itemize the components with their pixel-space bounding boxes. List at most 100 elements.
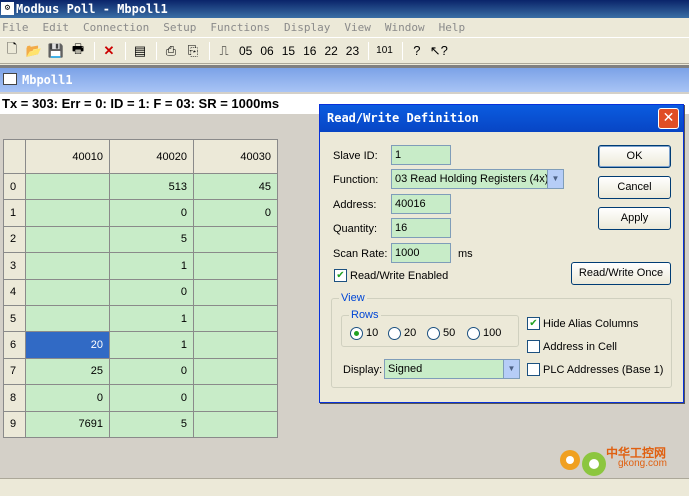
grid-cell[interactable] — [25, 172, 110, 201]
grid-cell[interactable] — [193, 304, 278, 333]
grid-cell[interactable] — [193, 278, 278, 306]
menu-edit[interactable]: Edit — [43, 21, 70, 34]
grid-cell[interactable] — [193, 225, 278, 254]
chevron-down-icon[interactable]: ▼ — [547, 170, 563, 188]
grid-cell[interactable]: 0 — [109, 357, 194, 386]
help-icon[interactable]: ? — [407, 41, 427, 61]
app-title: Modbus Poll - Mbpoll1 — [16, 2, 168, 16]
display-select[interactable]: Signed ▼ — [384, 359, 520, 379]
grid-cell[interactable] — [25, 304, 110, 333]
address-field[interactable]: 40016 — [391, 194, 451, 214]
rw-enabled-checkbox[interactable]: ✔ — [334, 269, 347, 282]
function-22-button[interactable]: 22 — [321, 41, 340, 61]
grid-cell[interactable]: 0 — [109, 384, 194, 412]
grid-corner — [3, 139, 26, 174]
grid-cell[interactable]: 1 — [109, 252, 194, 280]
grid-cell[interactable]: 5 — [109, 410, 194, 438]
hide-alias-checkbox[interactable]: ✔ — [527, 317, 540, 330]
dialog-title: Read/Write Definition — [327, 111, 479, 125]
menu-setup[interactable]: Setup — [163, 21, 196, 34]
scan-rate-unit: ms — [458, 248, 473, 260]
ok-button[interactable]: OK — [598, 145, 671, 168]
pulse-icon[interactable]: ⎍ — [214, 41, 234, 61]
toolbar-separator — [368, 41, 370, 60]
grid-cell[interactable] — [25, 252, 110, 280]
bottom-bar — [0, 478, 689, 496]
toolbar-separator — [94, 41, 95, 60]
rows-20-radio[interactable] — [388, 327, 401, 340]
open-folder-icon[interactable]: 📂 — [24, 41, 44, 61]
menu-connection[interactable]: Connection — [83, 21, 149, 34]
child-title-bar: Mbpoll1 — [0, 68, 689, 92]
grid-cell[interactable]: 45 — [193, 172, 278, 201]
grid-cell[interactable]: 5 — [109, 225, 194, 254]
column-header: 40010 — [25, 139, 110, 174]
function-06-button[interactable]: 06 — [257, 41, 276, 61]
function-16-button[interactable]: 16 — [300, 41, 319, 61]
selected-grid-cell[interactable]: 20 — [25, 331, 110, 359]
grid-cell[interactable]: 0 — [25, 384, 110, 412]
grid-cell[interactable] — [25, 199, 110, 227]
function-05-button[interactable]: 05 — [236, 41, 255, 61]
grid-cell[interactable] — [25, 278, 110, 306]
disconnect-icon[interactable]: ✕ — [99, 41, 119, 61]
apply-button[interactable]: Apply — [598, 207, 671, 230]
grid-cell[interactable] — [193, 331, 278, 359]
address-in-cell-checkbox[interactable] — [527, 340, 540, 353]
row-header: 2 — [3, 225, 26, 254]
grid-cell[interactable]: 513 — [109, 172, 194, 201]
read-write-once-button[interactable]: Read/Write Once — [571, 262, 671, 285]
rows-10-radio[interactable] — [350, 327, 363, 340]
function-101-button[interactable]: 101 — [373, 41, 396, 61]
chevron-down-icon[interactable]: ▼ — [503, 360, 519, 378]
print-icon[interactable]: 🖶 — [68, 41, 88, 61]
grid-cell[interactable] — [25, 225, 110, 254]
slave-id-label: Slave ID: — [333, 150, 378, 162]
plc-addresses-checkbox[interactable] — [527, 363, 540, 376]
grid-cell[interactable]: 0 — [109, 199, 194, 227]
function-23-button[interactable]: 23 — [343, 41, 362, 61]
table-row: 9 7691 5 — [3, 410, 278, 438]
column-header: 40030 — [193, 139, 278, 174]
grid-cell[interactable] — [193, 384, 278, 412]
rows-50-radio[interactable] — [427, 327, 440, 340]
row-header: 3 — [3, 252, 26, 280]
grid-cell[interactable]: 0 — [193, 199, 278, 227]
menu-view[interactable]: View — [344, 21, 371, 34]
grid-cell[interactable] — [193, 410, 278, 438]
quantity-field[interactable]: 16 — [391, 218, 451, 238]
menu-display[interactable]: Display — [284, 21, 330, 34]
save-icon[interactable]: 💾 — [46, 41, 66, 61]
grid-cell[interactable] — [193, 252, 278, 280]
rows-100-label: 100 — [483, 327, 502, 339]
grid-cell[interactable]: 0 — [109, 278, 194, 306]
window-icon[interactable]: ▤ — [130, 41, 150, 61]
table-row: 0 513 45 — [3, 172, 278, 201]
grid-cell[interactable]: 1 — [109, 304, 194, 333]
new-file-icon[interactable]: 🗋 — [2, 41, 22, 61]
context-help-icon[interactable]: ↖? — [429, 41, 449, 61]
grid-cell[interactable]: 1 — [109, 331, 194, 359]
toolbar-separator — [156, 41, 157, 60]
menu-help[interactable]: Help — [439, 21, 466, 34]
communication-icon[interactable]: ⎘ — [183, 41, 203, 61]
grid-cell[interactable]: 25 — [25, 357, 110, 386]
function-select[interactable]: 03 Read Holding Registers (4x) ▼ — [391, 169, 564, 189]
table-row: 25 — [3, 225, 278, 254]
menu-file[interactable]: File — [2, 21, 29, 34]
app-title-bar: ⚙ Modbus Poll - Mbpoll1 — [0, 0, 689, 18]
menu-functions[interactable]: Functions — [210, 21, 270, 34]
table-row: 51 — [3, 304, 278, 333]
poll-icon[interactable]: ⎙ — [161, 41, 181, 61]
rows-100-radio[interactable] — [467, 327, 480, 340]
scan-rate-field[interactable]: 1000 — [391, 243, 451, 263]
register-grid: 40010 40020 40030 0 513 45 100 25 31 40 51… — [3, 139, 278, 438]
toolbar-separator — [125, 41, 126, 60]
cancel-button[interactable]: Cancel — [598, 176, 671, 199]
menu-window[interactable]: Window — [385, 21, 425, 34]
function-15-button[interactable]: 15 — [279, 41, 298, 61]
slave-id-field[interactable]: 1 — [391, 145, 451, 165]
close-icon[interactable]: ✕ — [658, 108, 679, 129]
grid-cell[interactable] — [193, 357, 278, 386]
grid-cell[interactable]: 7691 — [25, 410, 110, 438]
